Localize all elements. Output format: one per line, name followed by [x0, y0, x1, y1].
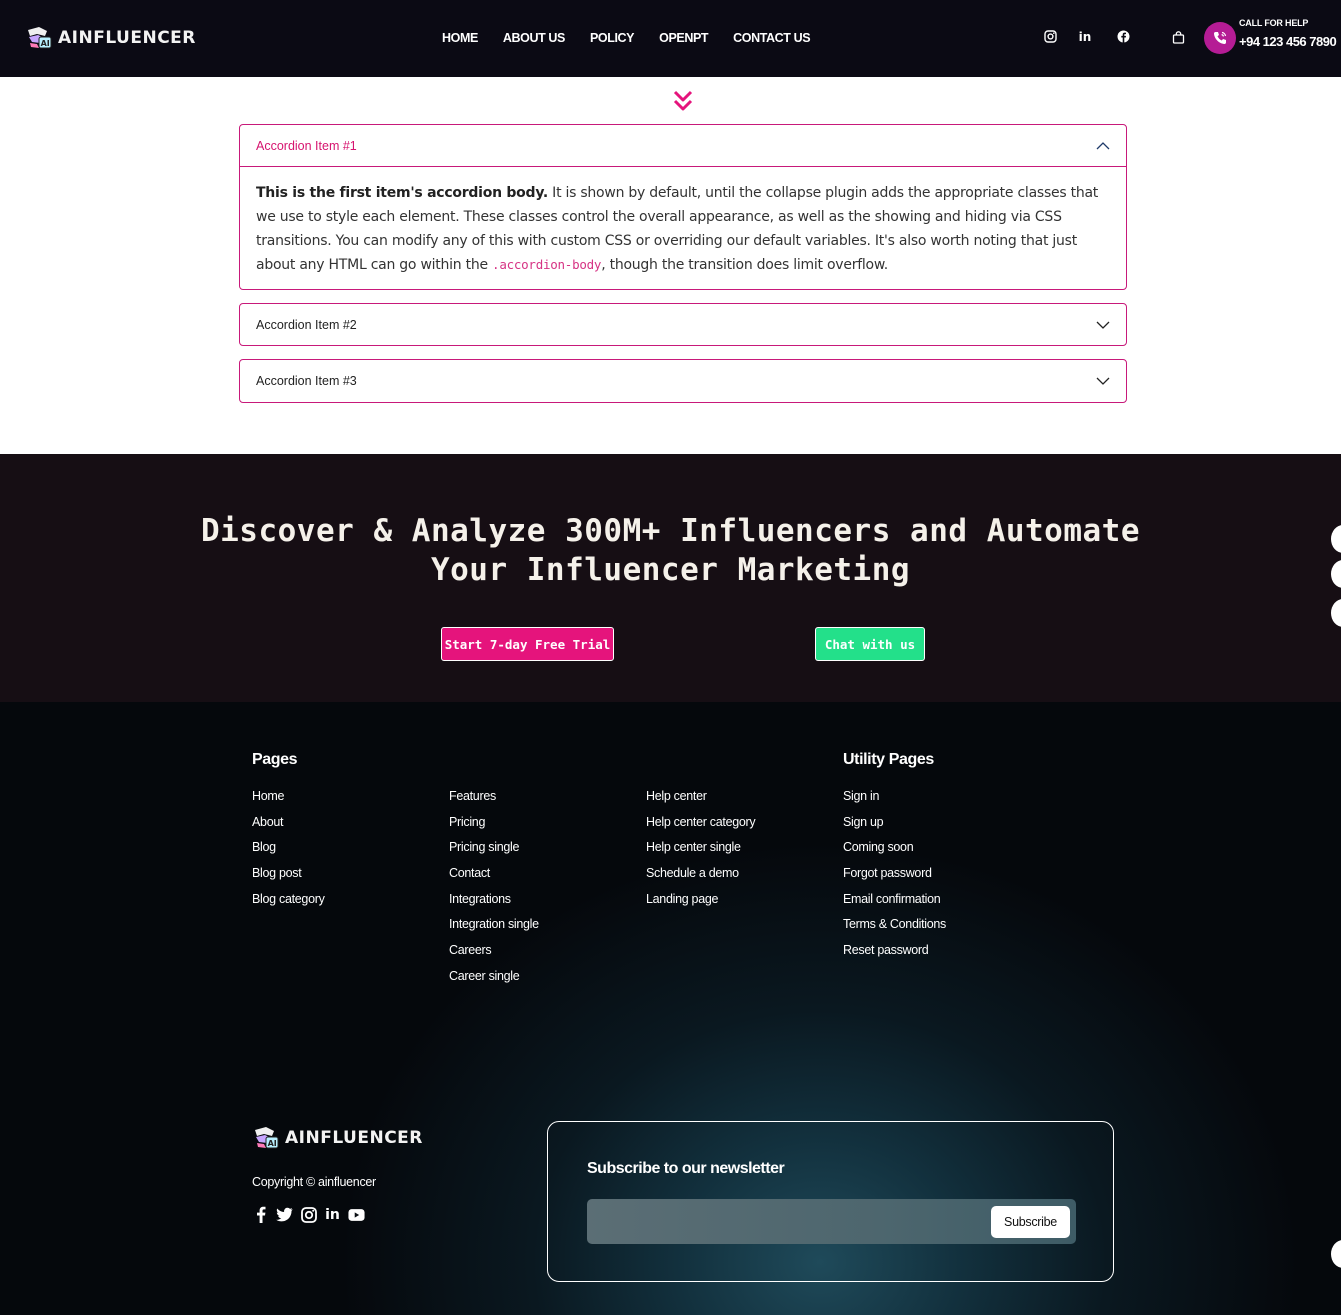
cta-title-line-1: Discover & Analyze 300M+ Influencers and… — [200, 513, 1140, 549]
accordion-header-1[interactable]: Accordion Item #1 — [240, 125, 1126, 167]
accordion-body-text-end: , though the transition does limit overf… — [601, 257, 888, 273]
footer-link[interactable]: Coming soon — [843, 840, 946, 866]
footer-link[interactable]: Email confirmation — [843, 892, 946, 918]
footer-link[interactable]: Sign up — [843, 815, 946, 841]
nav-about[interactable]: ABOUT US — [503, 31, 565, 45]
double-chevron-down-icon[interactable] — [672, 89, 694, 118]
footer-utility-heading: Utility Pages — [843, 751, 934, 768]
footer-link[interactable]: Contact — [449, 866, 539, 892]
brand-name: AINFLUENCER — [58, 27, 196, 48]
footer-link[interactable]: Integrations — [449, 892, 539, 918]
accordion-item-2: Accordion Item #2 — [239, 303, 1127, 346]
newsletter-box: Subscribe to our newsletter Subscribe — [547, 1121, 1114, 1282]
cta-title-line-2: Your Influencer Marketing — [430, 552, 911, 588]
footer-link[interactable]: Pricing single — [449, 840, 539, 866]
footer-brand-name: AINFLUENCER — [285, 1127, 423, 1148]
call-number[interactable]: +94 123 456 7890 — [1239, 34, 1337, 49]
linkedin-icon[interactable]: in — [324, 1206, 341, 1223]
call-label: CALL FOR HELP — [1239, 18, 1309, 28]
cta-title: Discover & Analyze 300M+ Influencers and… — [0, 512, 1341, 590]
footer-link[interactable]: Home — [252, 789, 325, 815]
svg-text:AI: AI — [268, 1139, 277, 1148]
subscribe-button[interactable]: Subscribe — [991, 1206, 1070, 1238]
nav-policy[interactable]: POLICY — [590, 31, 635, 45]
copyright-text: Copyright © ainfluencer — [252, 1175, 376, 1189]
instagram-icon[interactable] — [1043, 30, 1057, 44]
footer-link[interactable]: Sign in — [843, 789, 946, 815]
phone-icon[interactable] — [1204, 22, 1236, 54]
nav-contact[interactable]: CONTACT US — [733, 31, 810, 45]
accordion-item-1: Accordion Item #1 This is the first item… — [239, 124, 1127, 290]
footer-link[interactable]: Help center category — [646, 815, 756, 841]
newsletter-title: Subscribe to our newsletter — [587, 1160, 785, 1177]
shopping-bag-icon[interactable] — [1172, 31, 1185, 44]
footer-col-4: Sign in Sign up Coming soon Forgot passw… — [843, 789, 946, 969]
linkedin-icon[interactable]: in — [1078, 30, 1092, 44]
twitter-icon[interactable] — [276, 1206, 293, 1223]
chat-button[interactable]: Chat with us — [815, 627, 925, 661]
footer-link[interactable]: Blog category — [252, 892, 325, 918]
accordion-body-code: .accordion-body — [492, 257, 602, 272]
footer-link[interactable]: Pricing — [449, 815, 539, 841]
footer-link[interactable]: Blog post — [252, 866, 325, 892]
accordion-body: This is the first item's accordion body.… — [240, 167, 1126, 291]
accordion-body-strong: This is the first item's accordion body. — [256, 185, 548, 201]
accordion-header-3[interactable]: Accordion Item #3 — [240, 360, 1126, 402]
footer-link[interactable]: About — [252, 815, 325, 841]
accordion-title: Accordion Item #1 — [256, 138, 357, 153]
chevron-down-icon — [1096, 318, 1110, 332]
footer-link[interactable]: Features — [449, 789, 539, 815]
logo-icon: AI — [252, 1124, 279, 1151]
accordion-header-2[interactable]: Accordion Item #2 — [240, 304, 1126, 346]
footer-link[interactable]: Terms & Conditions — [843, 917, 946, 943]
free-trial-button[interactable]: Start 7-day Free Trial — [441, 627, 614, 661]
svg-text:AI: AI — [41, 39, 50, 48]
footer-link[interactable]: Landing page — [646, 892, 755, 918]
instagram-icon[interactable] — [300, 1206, 317, 1223]
footer-link[interactable]: Reset password — [843, 943, 946, 969]
footer-link[interactable]: Careers — [449, 943, 539, 969]
accordion-title: Accordion Item #3 — [256, 374, 357, 388]
facebook-icon[interactable] — [252, 1206, 269, 1223]
brand-logo[interactable]: AI AINFLUENCER — [25, 24, 196, 51]
nav-openpt[interactable]: OPENPT — [659, 31, 708, 45]
site-header: AI AINFLUENCER HOME ABOUT US POLICY OPEN… — [0, 0, 1341, 77]
accordion-item-3: Accordion Item #3 — [239, 359, 1127, 403]
footer-social-links: in — [252, 1206, 365, 1223]
floating-action-icon[interactable] — [1331, 1240, 1341, 1268]
site-footer: Pages Utility Pages Home About Blog Blog… — [0, 702, 1341, 1315]
main-nav: HOME ABOUT US POLICY OPENPT CONTACT US — [442, 31, 835, 45]
footer-link[interactable]: Career single — [449, 969, 539, 995]
footer-col-1: Home About Blog Blog post Blog category — [252, 789, 325, 917]
chevron-up-icon — [1096, 139, 1110, 153]
footer-col-2: Features Pricing Pricing single Contact … — [449, 789, 539, 995]
footer-link[interactable]: Help center single — [646, 840, 755, 866]
footer-link[interactable]: Forgot password — [843, 866, 946, 892]
footer-link[interactable]: Schedule a demo — [646, 866, 755, 892]
footer-link[interactable]: Blog — [252, 840, 325, 866]
floating-action-icon[interactable] — [1331, 599, 1341, 627]
footer-link[interactable]: Integration single — [449, 917, 539, 943]
nav-home[interactable]: HOME — [442, 31, 478, 45]
logo-icon: AI — [25, 24, 52, 51]
cta-section: Discover & Analyze 300M+ Influencers and… — [0, 454, 1341, 702]
accordion-title: Accordion Item #2 — [256, 318, 357, 332]
chevron-down-icon — [1096, 374, 1110, 388]
facebook-icon[interactable] — [1116, 30, 1130, 44]
footer-brand-logo[interactable]: AI AINFLUENCER — [252, 1124, 423, 1151]
footer-pages-heading: Pages — [252, 751, 298, 768]
footer-col-3: Help center Help center category Help ce… — [646, 789, 756, 918]
footer-link[interactable]: Help center — [646, 789, 755, 815]
youtube-icon[interactable] — [348, 1206, 365, 1223]
